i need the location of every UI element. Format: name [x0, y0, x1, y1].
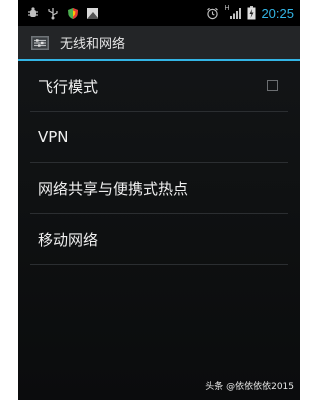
signal-icon: H — [224, 4, 242, 20]
alarm-icon — [206, 7, 219, 20]
notification-icons — [18, 6, 99, 20]
settings-item-tethering-hotspot[interactable]: 网络共享与便携式热点 — [30, 163, 288, 214]
settings-item-label: 移动网络 — [38, 230, 99, 249]
settings-item-label: 网络共享与便携式热点 — [38, 179, 189, 198]
system-icons: H 20:25 — [206, 4, 300, 21]
status-bar: H 20:25 — [18, 0, 300, 26]
usb-icon — [46, 7, 59, 20]
settings-app-icon[interactable] — [30, 33, 50, 53]
action-bar: 无线和网络 — [18, 26, 300, 61]
airplane-mode-checkbox[interactable] — [267, 80, 278, 91]
shield-icon — [66, 7, 79, 20]
settings-item-vpn[interactable]: VPN — [30, 112, 288, 163]
status-time: 20:25 — [261, 5, 294, 21]
settings-item-label: 飞行模式 — [38, 77, 99, 96]
settings-item-airplane-mode[interactable]: 飞行模式 — [30, 61, 288, 112]
phone-screen: H 20:25 无线和网络 飞行模式 VPN 网络共享与便携式热点 移动网络 头… — [18, 0, 300, 400]
battery-icon — [247, 6, 256, 20]
photo-icon — [86, 7, 99, 20]
usb-debug-icon — [26, 6, 39, 20]
page-title: 无线和网络 — [60, 37, 126, 52]
settings-list: 飞行模式 VPN 网络共享与便携式热点 移动网络 — [18, 61, 300, 265]
watermark: 头条 @依依依依2015 — [205, 382, 294, 392]
settings-item-label: VPN — [38, 128, 69, 146]
network-type-label: H — [224, 4, 230, 12]
settings-item-mobile-network[interactable]: 移动网络 — [30, 214, 288, 265]
